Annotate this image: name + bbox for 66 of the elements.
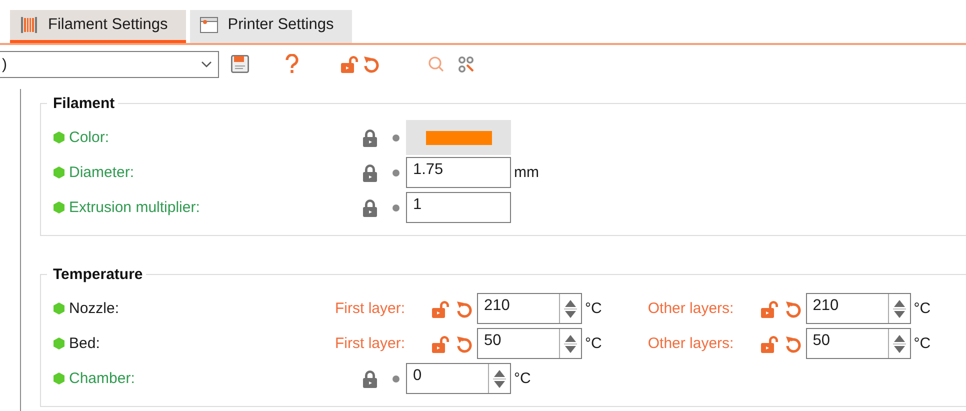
lock-icon[interactable] — [362, 128, 378, 146]
dot-icon — [392, 134, 400, 142]
option-label: Extrusion multiplier: — [69, 199, 200, 216]
field-label: Other layers: — [648, 335, 734, 352]
tab[interactable]: Filament Settings — [10, 10, 186, 43]
option-label: Nozzle: — [69, 300, 120, 317]
undo-icon[interactable] — [456, 334, 472, 352]
unit-label: °C — [585, 335, 602, 352]
field-label: First layer: — [335, 300, 406, 317]
lock-icon[interactable] — [362, 370, 378, 388]
hexagon-icon — [53, 302, 65, 315]
option-label: Diameter: — [69, 164, 134, 181]
caret-icon — [201, 60, 212, 68]
field-label: First layer: — [335, 335, 406, 352]
hexagon-icon — [53, 372, 65, 385]
dot-icon — [392, 204, 400, 212]
undo-icon[interactable] — [784, 300, 801, 318]
spin-arrows-icon[interactable] — [564, 298, 578, 320]
spin-arrows-icon[interactable] — [564, 332, 578, 354]
option-label: Bed: — [69, 335, 100, 352]
unlocked-lock-icon[interactable] — [760, 334, 778, 352]
spin-field[interactable]: 210 — [477, 293, 582, 324]
unlocked-lock-icon[interactable] — [760, 300, 778, 318]
spin-field[interactable]: 50 — [477, 328, 582, 359]
unlocked-lock-icon[interactable] — [341, 55, 358, 73]
unlocked-lock-icon[interactable] — [432, 334, 450, 352]
field-label: Other layers: — [648, 300, 734, 317]
compare-icon[interactable] — [458, 56, 475, 72]
group-title: Filament — [52, 95, 116, 112]
hexagon-icon — [53, 201, 65, 214]
hexagon-icon — [53, 131, 65, 144]
unit-label: °C — [514, 370, 531, 387]
preset-value: ) — [2, 56, 7, 72]
undo-icon[interactable] — [456, 300, 472, 318]
spin-field[interactable]: 50 — [806, 328, 911, 359]
save-icon[interactable] — [231, 55, 249, 73]
preset-dropdown[interactable]: ) — [0, 50, 219, 78]
input-field[interactable]: 1 — [406, 192, 511, 223]
color-button[interactable] — [406, 120, 511, 155]
dot-icon — [392, 374, 400, 382]
undo-icon[interactable] — [784, 334, 801, 352]
tab[interactable]: Printer Settings — [190, 10, 352, 43]
help-icon[interactable] — [285, 54, 299, 74]
spin-arrows-icon[interactable] — [493, 368, 506, 390]
lock-icon[interactable] — [362, 198, 378, 216]
unit-label: °C — [585, 300, 602, 317]
lock-icon[interactable] — [362, 164, 378, 182]
group-title: Temperature — [52, 266, 144, 283]
unit-label: °C — [914, 335, 931, 352]
dot-icon — [392, 168, 400, 176]
option-label: Chamber: — [69, 370, 135, 387]
window-icon — [200, 17, 218, 33]
spin-arrows-icon[interactable] — [892, 298, 906, 320]
unit-label: mm — [514, 164, 539, 181]
search-icon[interactable] — [428, 56, 444, 72]
spin-field[interactable]: 210 — [806, 293, 911, 324]
spin-field[interactable]: 0 — [406, 363, 511, 394]
undo-icon[interactable] — [363, 55, 379, 73]
unlocked-lock-icon[interactable] — [432, 300, 450, 318]
input-field[interactable]: 1.75 — [406, 157, 511, 188]
unit-label: °C — [914, 300, 931, 317]
hexagon-icon — [53, 166, 65, 179]
spin-arrows-icon[interactable] — [892, 332, 906, 354]
hexagon-icon — [53, 337, 65, 350]
option-label: Color: — [69, 129, 110, 146]
spool-icon — [20, 16, 38, 34]
